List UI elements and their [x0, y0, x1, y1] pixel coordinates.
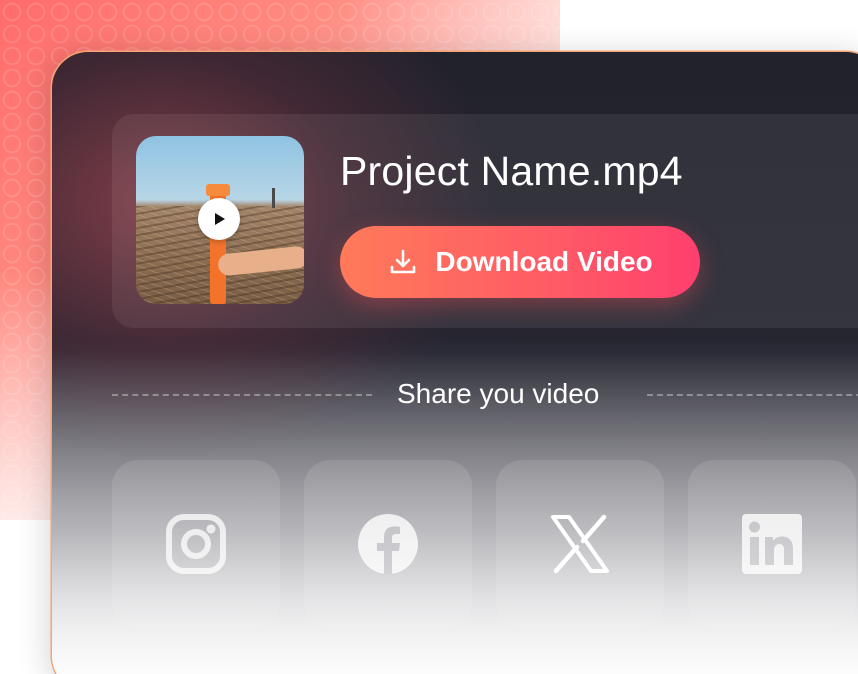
share-label: Share you video	[397, 378, 600, 409]
download-button-label: Download Video	[435, 246, 653, 277]
share-linkedin-button[interactable]	[688, 460, 856, 628]
download-video-button[interactable]: Download Video	[340, 226, 700, 298]
share-instagram-button[interactable]	[112, 460, 280, 628]
linkedin-icon	[742, 514, 802, 574]
thumbnail-stick-top	[206, 184, 230, 196]
instagram-icon	[166, 514, 226, 574]
stage: Project Name.mp4 Download Video Share yo…	[0, 0, 858, 674]
file-name: Project Name.mp4	[340, 148, 683, 194]
play-icon	[215, 213, 225, 225]
video-thumbnail[interactable]	[136, 136, 304, 304]
share-divider-right	[647, 394, 858, 396]
play-button[interactable]	[198, 198, 240, 240]
share-facebook-button[interactable]	[304, 460, 472, 628]
share-panel: Project Name.mp4 Download Video Share yo…	[52, 52, 858, 674]
share-x-button[interactable]	[496, 460, 664, 628]
file-card: Project Name.mp4 Download Video	[112, 114, 858, 328]
share-divider-left	[112, 394, 372, 396]
thumbnail-tree	[272, 188, 275, 208]
share-divider: Share you video	[112, 374, 858, 414]
download-icon	[391, 249, 416, 274]
x-icon	[551, 514, 609, 574]
facebook-icon	[358, 514, 418, 574]
